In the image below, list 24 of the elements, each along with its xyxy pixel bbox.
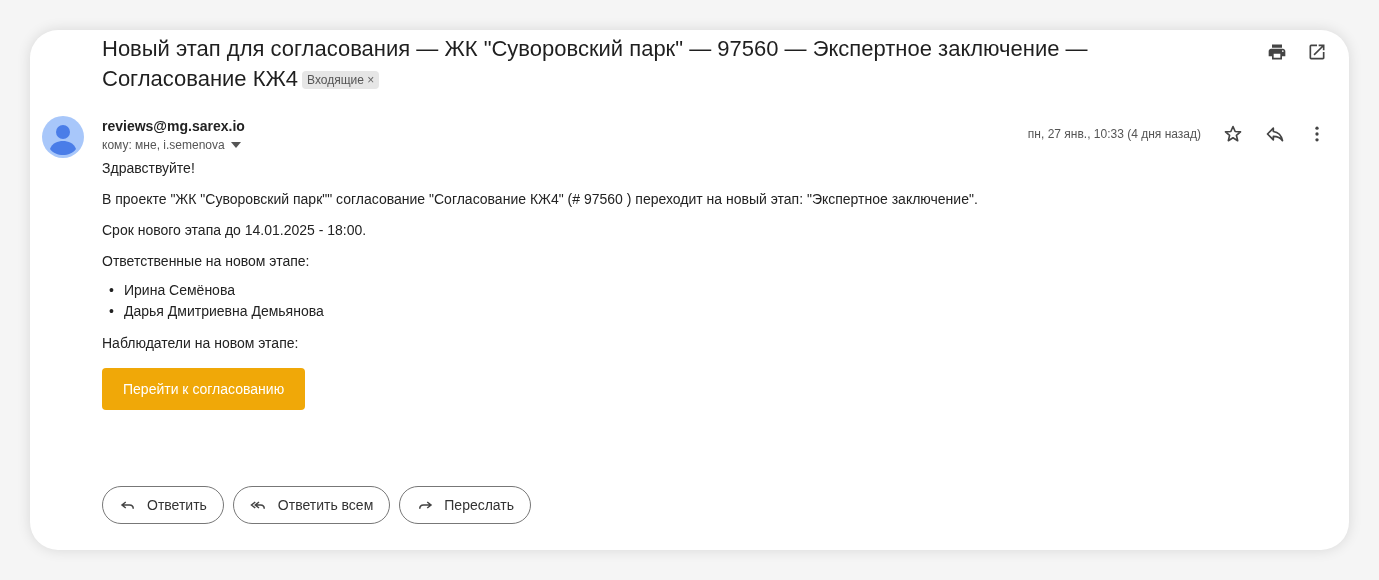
open-in-new-icon[interactable] [1307, 42, 1327, 62]
body-paragraph: Ответственные на новом этапе: [102, 253, 311, 269]
reply-icon[interactable] [1265, 124, 1285, 144]
observers-text: Наблюдатели на новом этапе: [102, 335, 300, 351]
responsible-person: Дарья Дмитриевна Демьянова [124, 302, 324, 321]
sender-address: reviews@mg.sarex.io [102, 117, 245, 136]
body-paragraph: Срок нового этапа до 14.01.2025 - 18:00. [102, 222, 368, 238]
inbox-label[interactable]: Входящие × [302, 71, 380, 90]
dropdown-icon[interactable] [230, 142, 241, 148]
avatar-icon [42, 116, 84, 158]
recipients: кому: мне, i.semenova [102, 138, 225, 152]
bullet: • [109, 302, 115, 321]
star-icon[interactable] [1223, 124, 1243, 144]
responsible-person: Ирина Семёнова [124, 281, 235, 300]
greeting-text: Здравствуйте! [102, 160, 196, 176]
reply-button[interactable]: Ответить [102, 486, 224, 524]
email-subject: Согласование КЖ4 [102, 66, 299, 91]
body-paragraph: В проекте "ЖК "Суворовский парк"" согласование "Согласование КЖ4" (# 97560 ) переходит на новый этап: "Экспертное заключение". [102, 191, 979, 207]
email-subject: Новый этап для согласования — ЖК "Суворовский парк" — 97560 — Экспертное заключение — [102, 35, 1089, 63]
print-icon[interactable] [1267, 42, 1287, 62]
forward-button[interactable]: Переслать [399, 486, 532, 524]
bullet: • [109, 281, 115, 300]
message-date: пн, 27 янв., 10:33 (4 дня назад) [1027, 127, 1201, 141]
reply-all-button[interactable]: Ответить всем [232, 486, 391, 524]
